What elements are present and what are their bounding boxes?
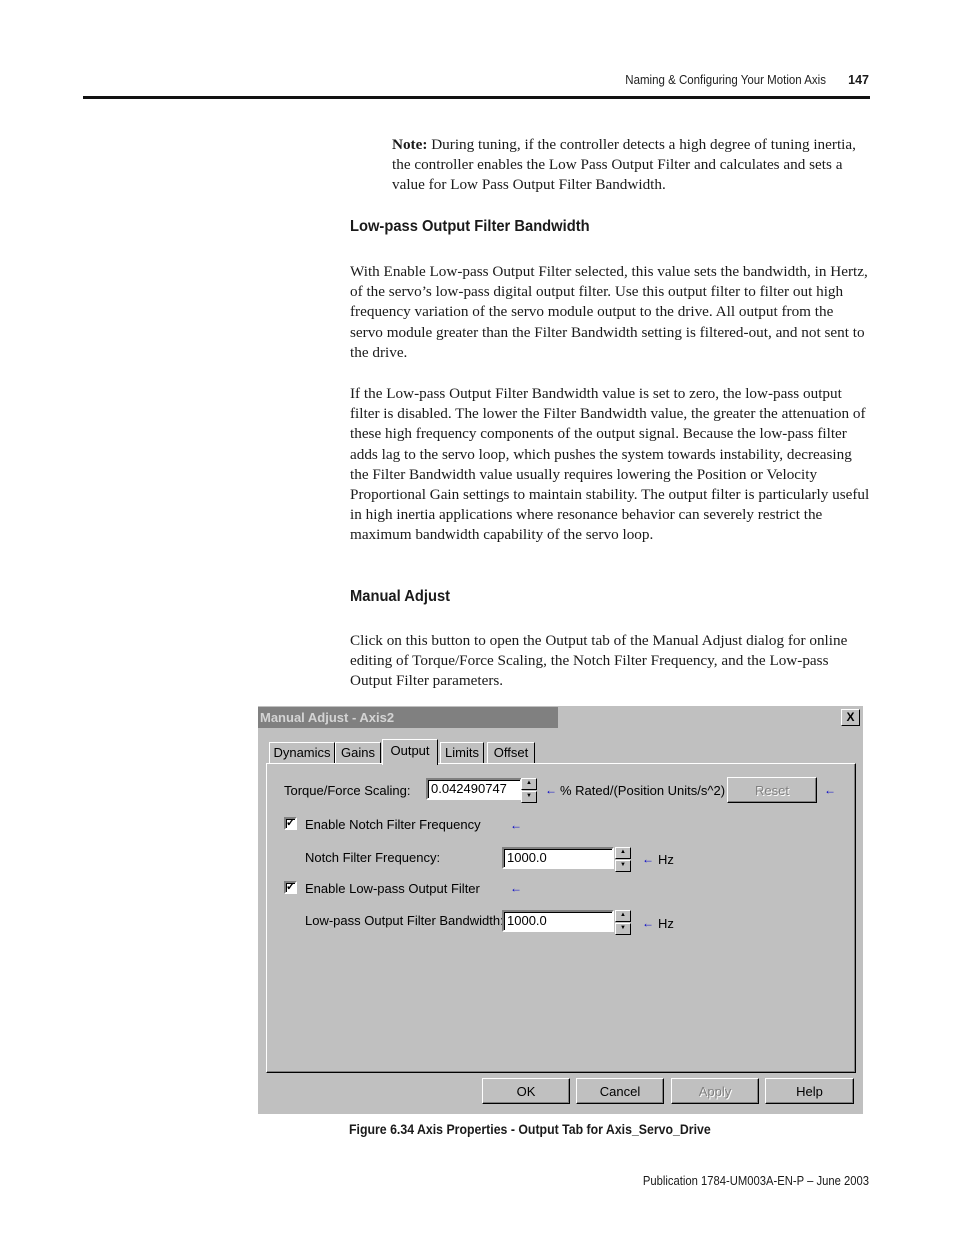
figure-caption: Figure 6.34 Axis Properties - Output Tab…	[349, 1121, 711, 1137]
lowpass-enable-label: Enable Low-pass Output Filter	[305, 881, 480, 896]
notch-frequency-spinner[interactable]: ▲ ▼	[615, 847, 631, 872]
reset-button[interactable]: Reset	[727, 777, 817, 803]
tab-offset[interactable]: Offset	[487, 742, 535, 763]
running-header-title: Naming & Configuring Your Motion Axis	[625, 73, 826, 87]
arrow-left-icon: ←	[824, 783, 836, 797]
arrow-left-icon: ←	[510, 818, 522, 832]
dialog-title: Manual Adjust - Axis2	[258, 707, 558, 728]
close-icon[interactable]: X	[841, 709, 860, 726]
heading-lowpass-bandwidth: Low-pass Output Filter Bandwidth	[350, 218, 590, 235]
note-paragraph: Note: During tuning, if the controller d…	[392, 135, 870, 196]
tab-gains[interactable]: Gains	[335, 742, 381, 763]
lowpass-bandwidth-label: Low-pass Output Filter Bandwidth:	[305, 913, 504, 928]
paragraph-manual-adjust: Click on this button to open the Output …	[350, 632, 848, 690]
torque-units-label: % Rated/(Position Units/s^2)	[560, 783, 726, 798]
tab-dynamics[interactable]: Dynamics	[269, 742, 335, 763]
arrow-left-icon: ←	[545, 783, 557, 797]
note-label: Note:	[392, 136, 428, 153]
notch-enable-label: Enable Notch Filter Frequency	[305, 817, 481, 832]
note-text: During tuning, if the controller detects…	[392, 136, 856, 194]
ok-button[interactable]: OK	[482, 1078, 570, 1104]
torque-scaling-spinner[interactable]: ▲ ▼	[521, 778, 537, 803]
arrow-left-icon: ←	[642, 852, 654, 866]
notch-units-label: Hz	[658, 852, 674, 867]
torque-scaling-input[interactable]: 0.042490747	[426, 778, 522, 800]
spin-down-icon[interactable]: ▼	[521, 791, 537, 803]
notch-frequency-label: Notch Filter Frequency:	[305, 850, 441, 865]
lowpass-enable-checkbox[interactable]: ✓	[284, 881, 297, 894]
lowpass-bandwidth-spinner[interactable]: ▲ ▼	[615, 910, 631, 935]
spin-down-icon[interactable]: ▼	[615, 860, 631, 872]
help-button[interactable]: Help	[765, 1078, 854, 1104]
cancel-button[interactable]: Cancel	[576, 1078, 664, 1104]
header-rule	[83, 96, 870, 99]
spin-up-icon[interactable]: ▲	[615, 847, 631, 859]
spin-up-icon[interactable]: ▲	[521, 778, 537, 790]
page-number: 147	[848, 73, 869, 87]
heading-manual-adjust: Manual Adjust	[350, 588, 451, 605]
publication-footer: Publication 1784-UM003A-EN-P – June 2003	[642, 1174, 869, 1188]
notch-frequency-input[interactable]: 1000.0	[502, 847, 614, 869]
paragraph-lowpass-2: If the Low-pass Output Filter Bandwidth …	[350, 385, 870, 544]
notch-enable-checkbox[interactable]: ✓	[284, 817, 297, 830]
torque-scaling-label: Torque/Force Scaling:	[284, 783, 411, 798]
lowpass-bandwidth-input[interactable]: 1000.0	[502, 910, 614, 932]
apply-button[interactable]: Apply	[671, 1078, 759, 1104]
tab-limits[interactable]: Limits	[440, 742, 484, 763]
spin-down-icon[interactable]: ▼	[615, 923, 631, 935]
paragraph-lowpass-1: With Enable Low-pass Output Filter selec…	[350, 263, 868, 361]
lowpass-units-label: Hz	[658, 916, 674, 931]
arrow-left-icon: ←	[642, 916, 654, 930]
tab-output[interactable]: Output	[382, 739, 438, 765]
arrow-left-icon: ←	[510, 881, 522, 895]
spin-up-icon[interactable]: ▲	[615, 910, 631, 922]
manual-adjust-dialog: Manual Adjust - Axis2 X Dynamics Gains O…	[258, 706, 863, 1114]
